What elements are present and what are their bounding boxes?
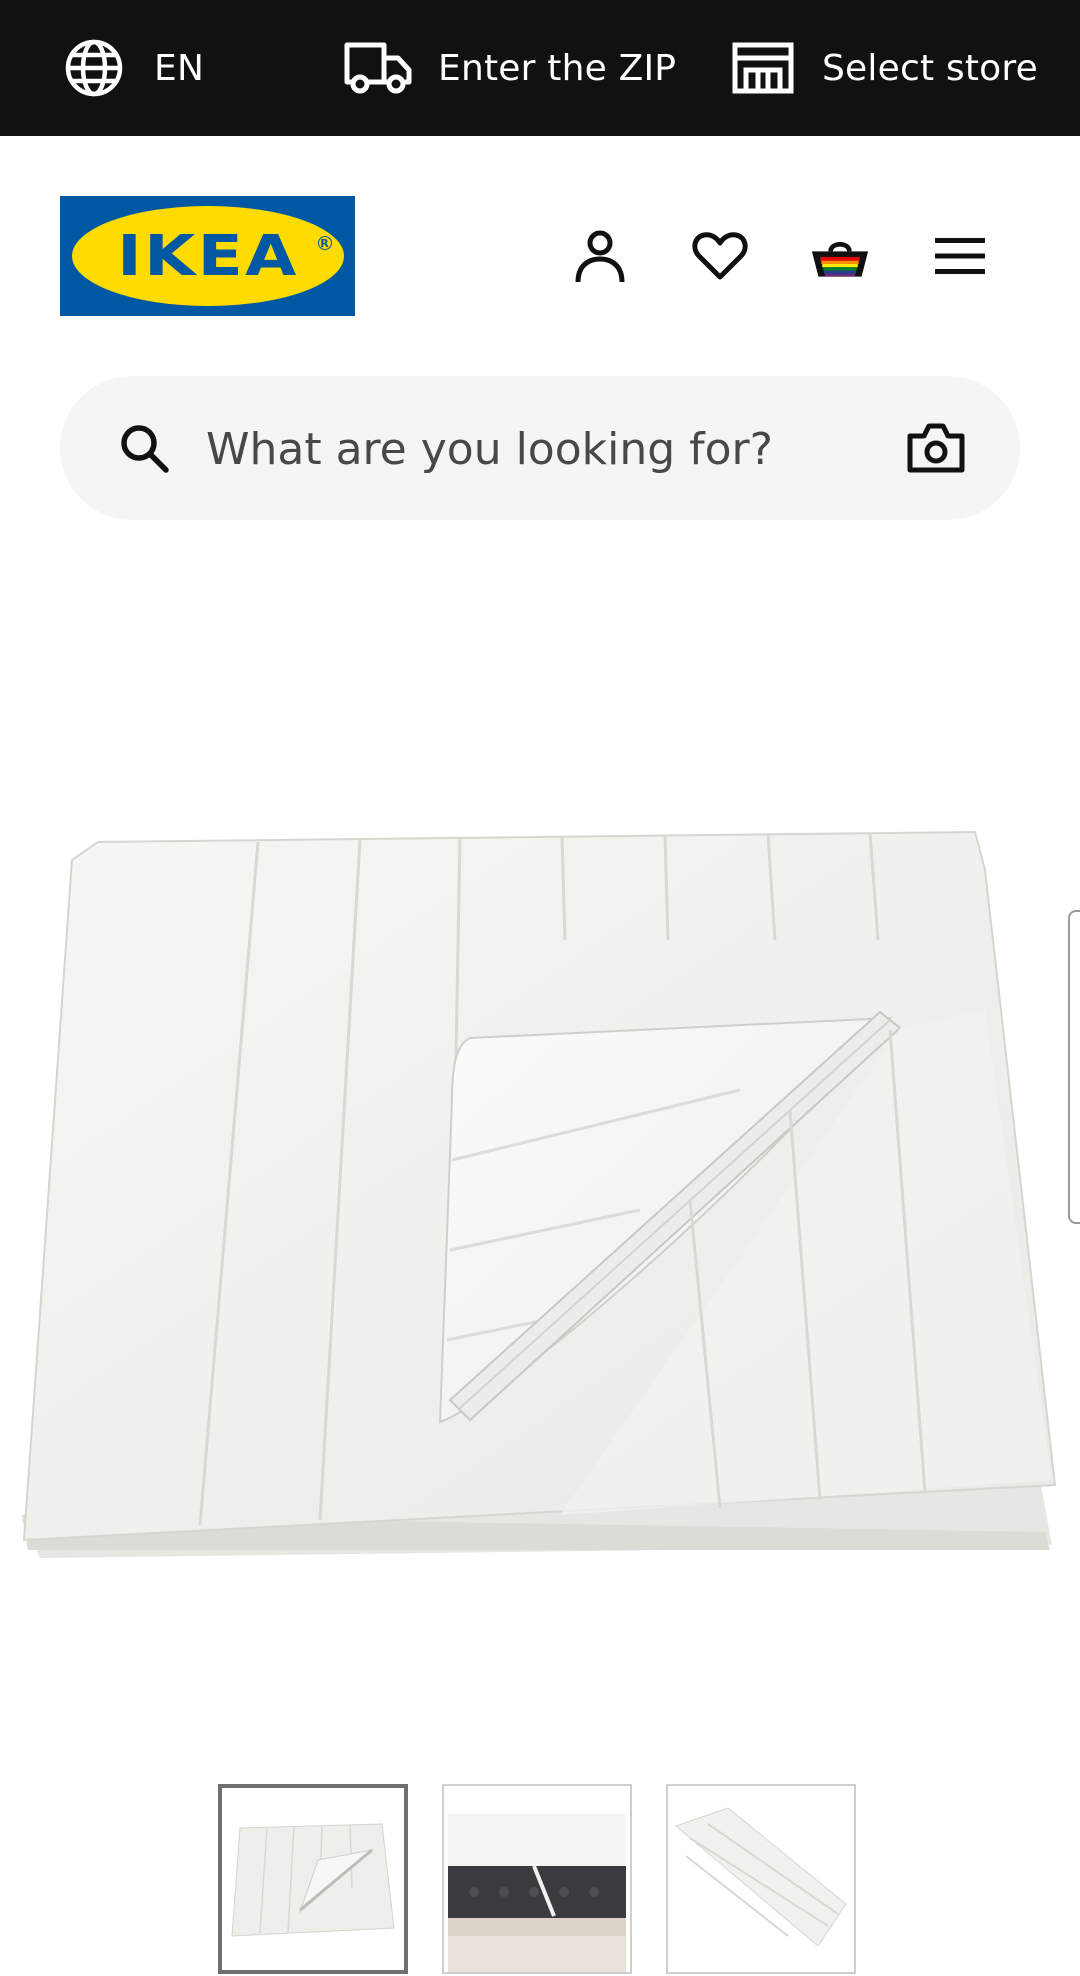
user-icon[interactable] <box>570 226 630 286</box>
logo-oval: IKEA R <box>71 206 344 306</box>
registered-mark: R <box>317 236 332 250</box>
store-label: Select store <box>822 47 1038 89</box>
thumbnail-2[interactable] <box>442 1784 632 1974</box>
basket-icon[interactable] <box>810 226 870 286</box>
language-label: EN <box>154 47 205 89</box>
thumbnail-3[interactable] <box>666 1784 856 1974</box>
heart-icon[interactable] <box>690 226 750 286</box>
truck-icon <box>344 42 412 94</box>
logo-text: IKEA <box>116 223 299 289</box>
zip-label: Enter the ZIP <box>438 47 677 89</box>
menu-icon[interactable] <box>930 226 990 286</box>
globe-icon <box>64 38 124 98</box>
product-image[interactable] <box>0 780 1080 1580</box>
store-icon <box>732 42 794 94</box>
thumbnail-1[interactable] <box>218 1784 408 1974</box>
language-selector[interactable]: EN <box>64 0 204 136</box>
next-slide-edge[interactable] <box>1068 910 1080 1224</box>
camera-icon[interactable] <box>906 420 966 476</box>
search-bar[interactable] <box>60 376 1020 520</box>
store-selector[interactable]: Select store <box>732 0 1038 136</box>
search-icon[interactable] <box>118 422 170 474</box>
search-input[interactable] <box>204 410 908 488</box>
zip-selector[interactable]: Enter the ZIP <box>344 0 676 136</box>
ikea-logo[interactable]: IKEA R <box>60 196 355 316</box>
top-utility-bar: EN Enter the ZIP Select store <box>0 0 1080 136</box>
